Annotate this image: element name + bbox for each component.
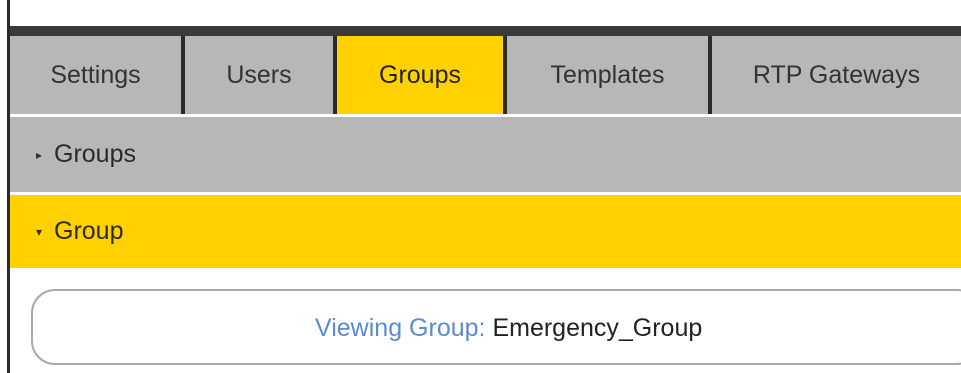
groups-section-header[interactable]: ▸ Groups (10, 117, 961, 192)
tab-rtp-gateways-label: RTP Gateways (752, 60, 921, 89)
top-strip (10, 0, 961, 24)
tab-groups[interactable]: Groups (337, 36, 503, 114)
group-section-header[interactable]: ▾ Group (10, 195, 961, 268)
tab-users[interactable]: Users (185, 36, 337, 114)
tab-bar: Settings Users Groups Templates RTP Gate… (10, 26, 961, 114)
viewing-group-label: Viewing Group: (315, 314, 486, 342)
viewing-group-line: Viewing Group: Emergency_Group (315, 314, 702, 343)
tab-groups-label: Groups (379, 60, 461, 89)
viewing-group-value: Emergency_Group (492, 314, 703, 342)
tab-settings[interactable]: Settings (10, 36, 185, 114)
caret-right-icon: ▸ (36, 147, 43, 162)
viewing-group-panel: Viewing Group: Emergency_Group (31, 289, 961, 365)
groups-section-label: Groups (54, 140, 136, 168)
tab-templates[interactable]: Templates (503, 36, 712, 114)
tab-rtp-gateways[interactable]: RTP Gateways (712, 36, 961, 114)
tab-settings-label: Settings (50, 60, 141, 89)
app-frame: Settings Users Groups Templates RTP Gate… (0, 0, 961, 373)
caret-down-icon: ▾ (36, 224, 43, 239)
tab-users-label: Users (226, 60, 292, 89)
tab-templates-label: Templates (550, 60, 665, 89)
group-section-label: Group (54, 217, 124, 245)
